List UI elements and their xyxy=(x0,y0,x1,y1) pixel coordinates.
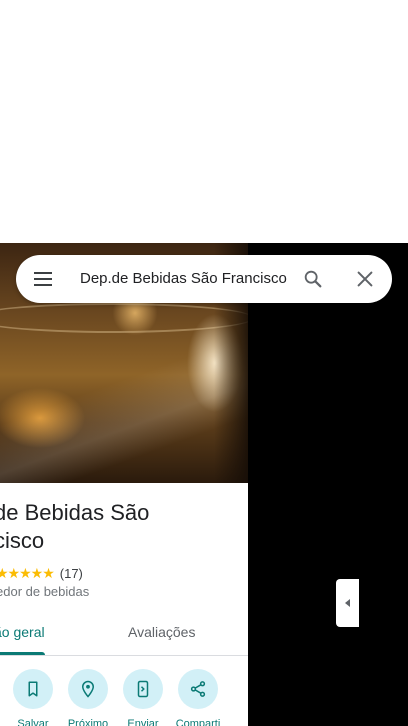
tab-reviews-label: Avaliações xyxy=(128,624,196,640)
collapse-panel-button[interactable] xyxy=(336,579,359,627)
nearby-button[interactable]: Próximo xyxy=(60,669,116,726)
place-category[interactable]: edor de bebidas xyxy=(0,584,89,599)
tab-overview-label: ão geral xyxy=(0,624,45,640)
rating-row[interactable]: ★★★★★ (17) xyxy=(0,564,83,582)
send-to-phone-icon xyxy=(137,680,149,698)
save-label: Salvar xyxy=(17,718,49,726)
active-tab-indicator xyxy=(0,652,45,655)
map-canvas[interactable] xyxy=(248,243,408,726)
share-icon xyxy=(190,681,206,697)
caret-left-icon xyxy=(344,599,350,607)
place-title: de Bebidas São cisco xyxy=(0,500,150,553)
nearby-label: Próximo xyxy=(67,718,109,726)
menu-icon[interactable] xyxy=(33,269,53,289)
action-buttons: Salvar Próximo Enviar Comparti xyxy=(0,669,248,726)
send-to-phone-button[interactable]: Enviar xyxy=(115,669,171,726)
review-count[interactable]: (17) xyxy=(60,566,83,581)
save-button[interactable]: Salvar xyxy=(5,669,61,726)
tab-bar: ão geral Avaliações xyxy=(0,615,248,656)
nearby-icon xyxy=(81,680,95,698)
close-icon[interactable] xyxy=(354,268,376,290)
bookmark-icon xyxy=(28,681,38,697)
place-panel: de Bebidas São cisco ★★★★★ (17) edor de … xyxy=(0,243,248,726)
tab-overview[interactable]: ão geral xyxy=(0,615,45,655)
send-label: Enviar xyxy=(127,718,159,726)
share-label: Comparti xyxy=(175,718,221,726)
search-bar: Dep.de Bebidas São Francisco xyxy=(16,255,392,303)
search-input[interactable]: Dep.de Bebidas São Francisco xyxy=(80,255,288,303)
share-button[interactable]: Comparti xyxy=(170,669,226,726)
tab-reviews[interactable]: Avaliações xyxy=(128,615,195,655)
star-rating-icon: ★★★★★ xyxy=(0,564,55,581)
search-icon[interactable] xyxy=(302,268,324,290)
